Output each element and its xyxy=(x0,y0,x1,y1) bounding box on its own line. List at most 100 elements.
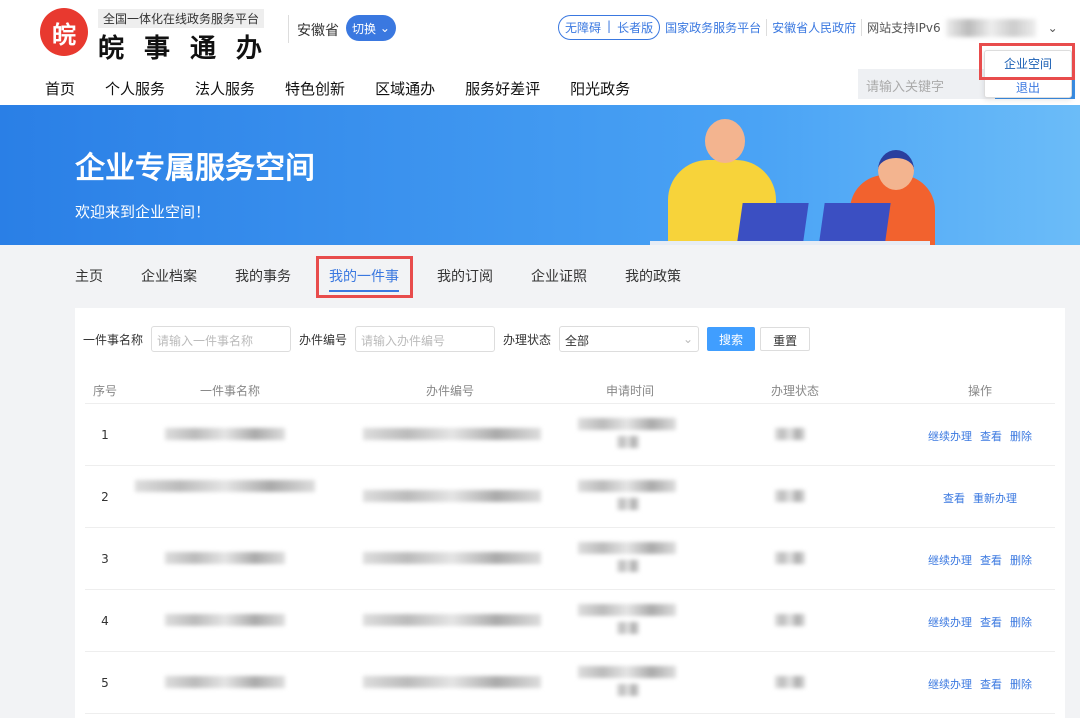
action-link[interactable]: 继续办理 xyxy=(928,614,972,630)
accessibility-link[interactable]: 无障碍 xyxy=(565,19,601,36)
action-link[interactable]: 查看 xyxy=(980,552,1002,568)
accessibility-pill: 无障碍 | 长者版 xyxy=(558,15,661,40)
tab-profile[interactable]: 企业档案 xyxy=(141,266,197,292)
national-platform-link[interactable]: 国家政务服务平台 xyxy=(660,19,768,36)
tab-policies[interactable]: 我的政策 xyxy=(625,266,681,292)
switch-label: 切换 xyxy=(352,21,377,36)
tab-affairs[interactable]: 我的事务 xyxy=(235,266,291,292)
illustration-head xyxy=(705,119,745,163)
action-link[interactable]: 删除 xyxy=(1010,552,1032,568)
status-select[interactable]: 全部 ⌄ xyxy=(559,326,700,352)
time-blurred xyxy=(617,684,639,696)
table-row: 1 继续办理 查看 删除 xyxy=(85,404,1055,466)
elder-mode-link[interactable]: 长者版 xyxy=(617,19,653,36)
name-blurred xyxy=(165,428,285,440)
province-gov-link[interactable]: 安徽省人民政府 xyxy=(767,19,863,36)
nav-sunshine[interactable]: 阳光政务 xyxy=(570,78,630,99)
name-blurred xyxy=(165,676,285,688)
tab-licenses[interactable]: 企业证照 xyxy=(531,266,587,292)
time-blurred xyxy=(617,498,639,510)
action-link[interactable]: 删除 xyxy=(1010,428,1032,444)
name-blurred xyxy=(165,614,285,626)
col-status: 办理状态 xyxy=(770,384,819,398)
time-blurred xyxy=(578,542,676,554)
table-row: 5 继续办理 查看 删除 xyxy=(85,652,1055,714)
laptop-illustration xyxy=(819,203,891,241)
code-blurred xyxy=(363,428,541,440)
code-blurred xyxy=(363,676,541,688)
code-blurred xyxy=(363,552,541,564)
status-blurred xyxy=(775,552,805,564)
time-blurred xyxy=(578,666,676,678)
table-row: 2 查看 重新办理 xyxy=(85,466,1055,528)
chevron-down-icon: ⌄ xyxy=(379,21,390,35)
name-input[interactable]: 请输入一件事名称 xyxy=(151,326,292,352)
code-input[interactable]: 请输入办件编号 xyxy=(355,326,496,352)
time-blurred xyxy=(617,622,639,634)
code-blurred xyxy=(363,490,541,502)
action-link[interactable]: 查看 xyxy=(980,428,1002,444)
time-blurred xyxy=(578,418,676,430)
action-link[interactable]: 删除 xyxy=(1010,676,1032,692)
col-actions: 操作 xyxy=(967,384,992,398)
chevron-down-icon[interactable]: ⌄ xyxy=(1048,21,1058,35)
row-number: 2 xyxy=(101,490,109,504)
action-link[interactable]: 继续办理 xyxy=(928,676,972,692)
table-row: 4 继续办理 查看 删除 xyxy=(85,590,1055,652)
status-blurred xyxy=(775,428,805,440)
nav-legal[interactable]: 法人服务 xyxy=(195,78,255,99)
action-link[interactable]: 删除 xyxy=(1010,614,1032,630)
row-number: 4 xyxy=(101,614,109,628)
status-blurred xyxy=(775,614,805,626)
col-time: 申请时间 xyxy=(605,384,654,398)
logo[interactable]: 皖 xyxy=(40,8,88,56)
action-link[interactable]: 继续办理 xyxy=(928,552,972,568)
col-no: 序号 xyxy=(92,384,117,398)
action-link[interactable]: 查看 xyxy=(980,676,1002,692)
code-label: 办件编号 xyxy=(299,332,348,347)
banner-title: 企业专属服务空间 xyxy=(75,151,315,186)
search-input[interactable]: 请输入关键字 xyxy=(858,69,998,99)
action-link[interactable]: 查看 xyxy=(980,614,1002,630)
desk-illustration xyxy=(650,241,930,245)
name-label: 一件事名称 xyxy=(83,332,144,347)
time-blurred xyxy=(578,604,676,616)
action-link[interactable]: 继续办理 xyxy=(928,428,972,444)
highlight-box xyxy=(979,43,1075,80)
slogan: 全国一体化在线政务服务平台 xyxy=(98,9,265,28)
highlight-box xyxy=(316,256,413,298)
content-panel: 一件事名称 请输入一件事名称 办件编号 请输入办件编号 办理状态 全部 ⌄ 搜索 … xyxy=(75,308,1065,718)
switch-province-button[interactable]: 切换 ⌄ xyxy=(346,15,396,41)
user-name-blurred[interactable] xyxy=(945,18,1036,37)
header: 皖 全国一体化在线政务服务平台 皖事通办 安徽省 切换 ⌄ 无障碍 | 长者版 国… xyxy=(0,0,1080,105)
name-blurred xyxy=(165,552,285,564)
nav-featured[interactable]: 特色创新 xyxy=(285,78,345,99)
action-link[interactable]: 查看 xyxy=(943,490,965,506)
tab-home[interactable]: 主页 xyxy=(75,266,103,292)
status-label: 办理状态 xyxy=(503,332,552,347)
tab-subscriptions[interactable]: 我的订阅 xyxy=(437,266,493,292)
laptop-illustration xyxy=(737,203,809,241)
illustration-head xyxy=(878,150,914,190)
divider: | xyxy=(607,19,612,33)
action-link[interactable]: 重新办理 xyxy=(973,490,1017,506)
nav-personal[interactable]: 个人服务 xyxy=(105,78,165,99)
row-number: 1 xyxy=(101,428,109,442)
status-blurred xyxy=(775,490,805,502)
nav-regional[interactable]: 区域通办 xyxy=(375,78,435,99)
divider xyxy=(288,15,289,43)
reset-button[interactable]: 重置 xyxy=(760,327,811,351)
main-nav: 首页 个人服务 法人服务 特色创新 区域通办 服务好差评 阳光政务 xyxy=(45,78,630,99)
time-blurred xyxy=(617,436,639,448)
status-value: 全部 xyxy=(565,334,590,348)
nav-evaluation[interactable]: 服务好差评 xyxy=(465,78,540,99)
col-name: 一件事名称 xyxy=(199,384,260,398)
brand-name[interactable]: 皖事通办 xyxy=(98,28,282,65)
banner-subtitle: 欢迎来到企业空间！ xyxy=(75,203,211,221)
time-blurred xyxy=(578,480,676,492)
code-blurred xyxy=(363,614,541,626)
time-blurred xyxy=(617,560,639,572)
search-button[interactable]: 搜索 xyxy=(707,327,756,351)
chevron-down-icon: ⌄ xyxy=(682,332,694,346)
nav-home[interactable]: 首页 xyxy=(45,78,75,99)
